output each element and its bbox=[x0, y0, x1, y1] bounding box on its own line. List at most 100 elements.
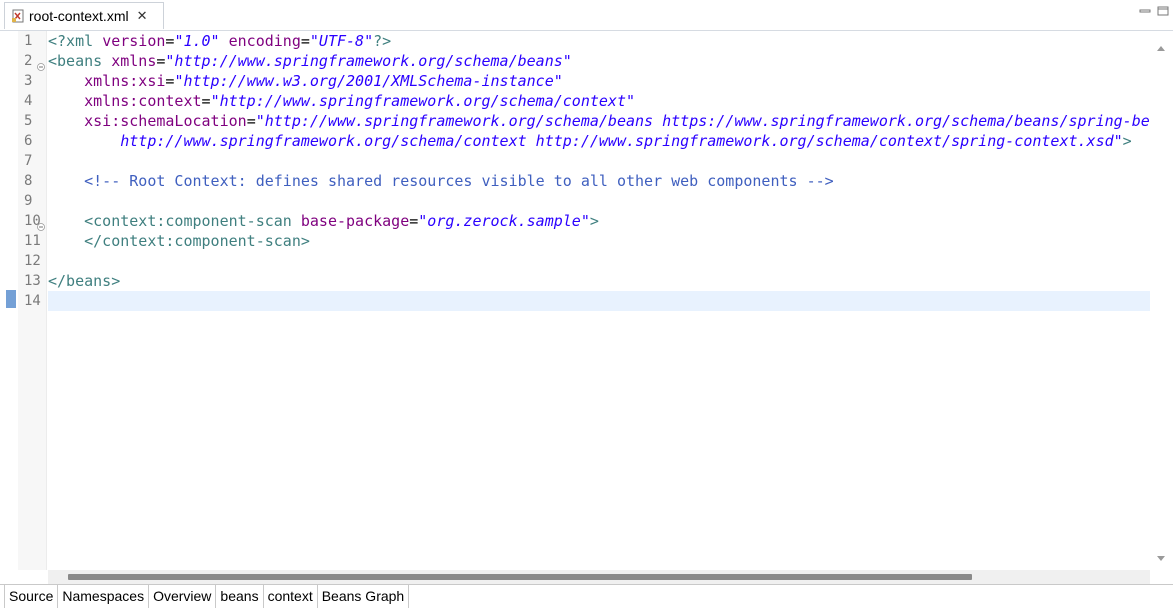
line-number: 4 bbox=[18, 91, 46, 111]
line-number: 6 bbox=[18, 131, 46, 151]
scroll-up-icon[interactable] bbox=[1156, 39, 1166, 51]
code-token-tag: <beans bbox=[48, 52, 112, 70]
line-number-label: 14 bbox=[24, 293, 41, 309]
line-number-label: 5 bbox=[24, 113, 33, 129]
horizontal-scrollbar[interactable] bbox=[48, 570, 1150, 584]
code-token-attr: xsi:schemaLocation bbox=[84, 112, 247, 130]
minimize-icon[interactable] bbox=[1139, 4, 1151, 16]
page-tab-context[interactable]: context bbox=[264, 585, 318, 608]
line-number: 9 bbox=[18, 191, 46, 211]
line-number: 12 bbox=[18, 251, 46, 271]
line-number: 7 bbox=[18, 151, 46, 171]
line-number-label: 6 bbox=[24, 133, 33, 149]
line-number: 11 bbox=[18, 231, 46, 251]
page-tab-beans-graph[interactable]: Beans Graph bbox=[318, 585, 410, 608]
code-token-val: "UTF-8" bbox=[309, 32, 374, 50]
line-number: 13 bbox=[18, 271, 46, 291]
code-token-attr: version bbox=[102, 32, 166, 50]
line-number: 5 bbox=[18, 111, 46, 131]
code-token-val: "http://www.w3.org/2001/XMLSchema-instan… bbox=[174, 72, 563, 90]
page-tab-source[interactable]: Source bbox=[4, 585, 59, 608]
annotation-ruler bbox=[0, 31, 18, 570]
code-line[interactable] bbox=[48, 191, 1150, 211]
code-line[interactable]: <context:component-scan base-package="or… bbox=[48, 211, 1150, 231]
line-number-label: 1 bbox=[24, 33, 33, 49]
code-token-val: "org.zerock.sample" bbox=[418, 212, 590, 230]
window-controls bbox=[1139, 4, 1169, 16]
code-line[interactable]: </context:component-scan> bbox=[48, 231, 1150, 251]
code-token-val: "http://www.springframework.org/schema/b… bbox=[255, 112, 1150, 130]
line-number: 10 bbox=[18, 211, 46, 231]
line-number-label: 12 bbox=[24, 253, 41, 269]
line-number: 2 bbox=[18, 51, 46, 71]
code-token-tag: </context:component-scan> bbox=[84, 232, 310, 250]
line-number-label: 11 bbox=[24, 233, 41, 249]
code-token-plain: = bbox=[201, 92, 211, 110]
code-token-comment: <!-- Root Context: defines shared resour… bbox=[84, 172, 834, 190]
line-number-label: 13 bbox=[24, 273, 41, 289]
code-line[interactable]: xmlns:context="http://www.springframewor… bbox=[48, 91, 1150, 111]
code-token-plain: = bbox=[409, 212, 419, 230]
code-token-attr: base-package bbox=[300, 212, 410, 230]
line-number-label: 9 bbox=[24, 193, 33, 209]
code-token-attr: xmlns:xsi bbox=[84, 72, 166, 90]
editor-tab-root-context[interactable]: root-context.xml ✕ bbox=[4, 2, 164, 29]
line-number: 8 bbox=[18, 171, 46, 191]
line-number: 1 bbox=[18, 31, 46, 51]
line-number-label: 8 bbox=[24, 173, 33, 189]
code-line[interactable]: <?xml version="1.0" encoding="UTF-8"?> bbox=[48, 31, 1150, 51]
code-token-val: "http://www.springframework.org/schema/c… bbox=[210, 92, 636, 110]
code-token-tag: <?xml bbox=[48, 32, 103, 50]
code-token-plain: = bbox=[246, 112, 256, 130]
xml-source-editor[interactable]: 1 2 3 4 5 6 7 8 9 10 11 12 13 14 <?xml version="1.0" … bbox=[0, 30, 1173, 584]
maximize-icon[interactable] bbox=[1157, 4, 1169, 16]
horizontal-scroll-thumb[interactable] bbox=[68, 574, 972, 580]
code-area[interactable]: <?xml version="1.0" encoding="UTF-8"?> <b… bbox=[48, 31, 1150, 570]
code-line[interactable] bbox=[48, 291, 1150, 311]
code-token-tag: </beans> bbox=[48, 272, 121, 290]
code-line[interactable]: http://www.springframework.org/schema/co… bbox=[48, 131, 1150, 151]
code-line[interactable] bbox=[48, 151, 1150, 171]
xml-file-icon bbox=[11, 9, 25, 23]
code-token-attr: xmlns bbox=[111, 52, 157, 70]
line-number-ruler: 1 2 3 4 5 6 7 8 9 10 11 12 13 14 bbox=[18, 31, 47, 570]
line-number-label: 7 bbox=[24, 153, 33, 169]
current-line-marker bbox=[6, 290, 16, 308]
code-token-tag: > bbox=[589, 212, 599, 230]
fold-collapse-icon[interactable] bbox=[37, 57, 45, 71]
fold-collapse-icon[interactable] bbox=[37, 217, 45, 231]
code-line[interactable]: xsi:schemaLocation="http://www.springfra… bbox=[48, 111, 1150, 131]
page-tab-namespaces[interactable]: Namespaces bbox=[58, 585, 150, 608]
line-number: 3 bbox=[18, 71, 46, 91]
code-token-val: "http://www.springframework.org/schema/b… bbox=[165, 52, 572, 70]
vertical-scrollbar[interactable] bbox=[1150, 31, 1173, 570]
code-token-attr: encoding bbox=[228, 32, 301, 50]
line-number-label: 2 bbox=[24, 53, 33, 69]
page-tab-beans[interactable]: beans bbox=[216, 585, 264, 608]
code-token-tag: <context:component-scan bbox=[84, 212, 301, 230]
code-token-tag: > bbox=[1122, 132, 1132, 150]
line-number: 14 bbox=[18, 291, 46, 311]
code-token-val: "1.0" bbox=[174, 32, 220, 50]
tab-title: root-context.xml bbox=[29, 8, 129, 24]
editor-tab-bar: root-context.xml ✕ bbox=[0, 0, 1173, 30]
code-line[interactable]: xmlns:xsi="http://www.w3.org/2001/XMLSch… bbox=[48, 71, 1150, 91]
editor-page-tabs: Source Namespaces Overview beans context Bean… bbox=[0, 584, 1173, 608]
code-line[interactable]: <beans xmlns="http://www.springframework… bbox=[48, 51, 1150, 71]
code-line[interactable]: <!-- Root Context: defines shared resour… bbox=[48, 171, 1150, 191]
line-number-label: 4 bbox=[24, 93, 33, 109]
code-line[interactable] bbox=[48, 251, 1150, 271]
code-line[interactable]: </beans> bbox=[48, 271, 1150, 291]
scroll-down-icon[interactable] bbox=[1156, 550, 1166, 561]
code-token-attr: xmlns:context bbox=[84, 92, 202, 110]
page-tab-overview[interactable]: Overview bbox=[149, 585, 217, 608]
line-number-label: 3 bbox=[24, 73, 33, 89]
close-tab-icon[interactable]: ✕ bbox=[137, 8, 148, 24]
